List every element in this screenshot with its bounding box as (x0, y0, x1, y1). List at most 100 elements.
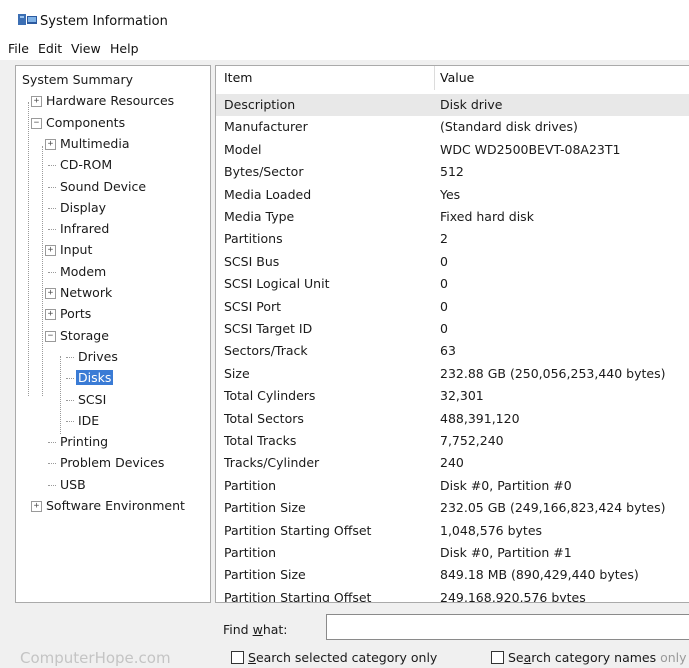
details-row[interactable]: Total Sectors 488,391,120 (216, 408, 689, 430)
tree-item-infrared[interactable]: Infrared (58, 219, 111, 239)
details-row[interactable]: Total Cylinders 32,301 (216, 385, 689, 407)
details-item-cell: Size (224, 365, 250, 381)
tree-item-input[interactable]: Input (58, 240, 94, 260)
tree-item-scsi[interactable]: SCSI (76, 390, 108, 410)
tree-item-drives[interactable]: Drives (76, 347, 120, 367)
tree-item-software-environment[interactable]: Software Environment (44, 496, 187, 516)
details-row[interactable]: Size 232.88 GB (250,056,253,440 bytes) (216, 363, 689, 385)
menu-help[interactable]: Help (110, 41, 139, 56)
details-row[interactable]: Manufacturer (Standard disk drives) (216, 116, 689, 138)
details-value-cell: 7,752,240 (440, 433, 504, 448)
details-item-cell: Total Cylinders (224, 388, 316, 404)
expand-icon[interactable]: + (45, 288, 56, 299)
details-row[interactable]: Total Tracks 7,752,240 (216, 430, 689, 452)
details-value-cell: Fixed hard disk (440, 209, 534, 224)
details-value-cell: 0 (440, 298, 448, 314)
column-header-item[interactable]: Item (224, 66, 252, 90)
details-item-cell: Partition Size (224, 567, 306, 583)
details-item-cell: SCSI Logical Unit (224, 276, 330, 292)
checkbox-box[interactable] (231, 651, 244, 664)
tree-item-usb[interactable]: USB (58, 475, 88, 495)
column-header-value[interactable]: Value (440, 66, 474, 90)
tree-item-label: Problem Devices (60, 455, 165, 471)
tree-item-sound-device[interactable]: Sound Device (58, 177, 148, 197)
details-value-cell: 249,168,920,576 bytes (440, 589, 586, 603)
tree-item-label: Ports (60, 306, 92, 322)
details-row[interactable]: SCSI Logical Unit 0 (216, 273, 689, 295)
details-value-cell: Disk #0, Partition #1 (440, 545, 572, 560)
tree-item-label: Input (60, 242, 93, 258)
details-row[interactable]: Model WDC WD2500BEVT-08A23T1 (216, 139, 689, 161)
expand-icon[interactable]: + (31, 501, 42, 512)
tree-connector (66, 356, 74, 358)
details-item-cell: SCSI Bus (224, 253, 280, 269)
tree-item-ports[interactable]: Ports (58, 304, 93, 324)
menu-edit[interactable]: Edit (38, 41, 62, 56)
tree-item-multimedia[interactable]: Multimedia (58, 134, 132, 154)
details-value-cell: 512 (440, 164, 464, 180)
details-row[interactable]: Partition Disk #0, Partition #0 (216, 475, 689, 497)
column-separator[interactable] (434, 66, 435, 90)
tree-item-storage[interactable]: Storage (58, 326, 111, 346)
tree-item-label: SCSI (78, 391, 107, 407)
expand-icon[interactable]: + (45, 245, 56, 257)
search-selected-category-checkbox[interactable]: Search selected category only (231, 650, 437, 665)
tree-item-components[interactable]: Components (44, 113, 127, 133)
tree-item-label: CD-ROM (60, 157, 113, 173)
menu-file[interactable]: File (8, 41, 29, 56)
search-selected-category-label: Search selected category only (248, 650, 438, 665)
details-row[interactable]: Partition Size 232.05 GB (249,166,823,424… (216, 497, 689, 519)
expand-icon[interactable]: + (31, 96, 42, 108)
tree-item-modem[interactable]: Modem (58, 262, 108, 282)
details-value-cell: Yes (440, 186, 461, 202)
search-category-names-checkbox[interactable]: Search category names only (491, 650, 687, 665)
details-value-cell: 0 (440, 321, 448, 336)
tree-item-display[interactable]: Display (58, 198, 108, 218)
details-value-cell: 32,301 (440, 388, 484, 404)
collapse-icon[interactable]: − (45, 330, 56, 342)
expand-icon[interactable]: + (45, 309, 56, 321)
details-row[interactable]: Partitions 2 (216, 228, 689, 250)
details-row[interactable]: Media Loaded Yes (216, 184, 689, 206)
details-row[interactable]: Partition Starting Offset 249,168,920,576… (216, 587, 689, 603)
tree-item-network[interactable]: Network (58, 283, 114, 303)
details-item-cell: Partition (224, 477, 277, 493)
tree-item-hardware-resources[interactable]: Hardware Resources (44, 91, 176, 111)
tree-item-cd-rom[interactable]: CD-ROM (58, 155, 114, 175)
details-row[interactable]: Partition Disk #0, Partition #1 (216, 542, 689, 564)
menu-view[interactable]: View (71, 41, 101, 56)
tree-guide-line (42, 146, 43, 396)
details-row[interactable]: Tracks/Cylinder 240 (216, 452, 689, 474)
tree-guide-line (60, 356, 61, 434)
tree-item-label: IDE (78, 412, 100, 428)
details-list[interactable]: Item Value Description Disk drive Manufact… (215, 65, 689, 603)
details-row[interactable]: Partition Starting Offset 1,048,576 bytes (216, 520, 689, 542)
details-value-cell: 0 (440, 253, 448, 269)
checkbox-box[interactable] (491, 651, 504, 664)
tree-item-label: System Summary (22, 72, 133, 87)
tree-item-label: Hardware Resources (46, 93, 175, 109)
details-value-cell: 2 (440, 231, 448, 247)
details-value-cell: 488,391,120 (440, 410, 520, 426)
details-row[interactable]: Description Disk drive (216, 94, 689, 117)
details-row[interactable]: Sectors/Track 63 (216, 340, 689, 362)
details-row[interactable]: SCSI Port 0 (216, 296, 689, 318)
tree-item-system-summary[interactable]: System Summary (20, 70, 135, 90)
details-row[interactable]: SCSI Bus 0 (216, 251, 689, 273)
find-label: Find what: (223, 622, 288, 637)
tree-item-label: Storage (60, 327, 109, 343)
category-tree[interactable]: System Summary Hardware Resources + Compone… (15, 65, 211, 603)
details-value-cell: WDC WD2500BEVT-08A23T1 (440, 141, 621, 157)
tree-item-printing[interactable]: Printing (58, 432, 110, 452)
find-input[interactable] (326, 614, 689, 640)
details-row[interactable]: Partition Size 849.18 MB (890,429,440 byt… (216, 564, 689, 586)
tree-item-label: Display (60, 199, 107, 215)
tree-item-ide[interactable]: IDE (76, 411, 101, 431)
details-row[interactable]: Media Type Fixed hard disk (216, 206, 689, 228)
details-row[interactable]: SCSI Target ID 0 (216, 318, 689, 340)
collapse-icon[interactable]: − (31, 117, 42, 129)
details-row[interactable]: Bytes/Sector 512 (216, 161, 689, 183)
tree-item-problem-devices[interactable]: Problem Devices (58, 453, 166, 473)
tree-item-disks[interactable]: Disks (76, 368, 114, 388)
expand-icon[interactable]: + (45, 138, 56, 150)
